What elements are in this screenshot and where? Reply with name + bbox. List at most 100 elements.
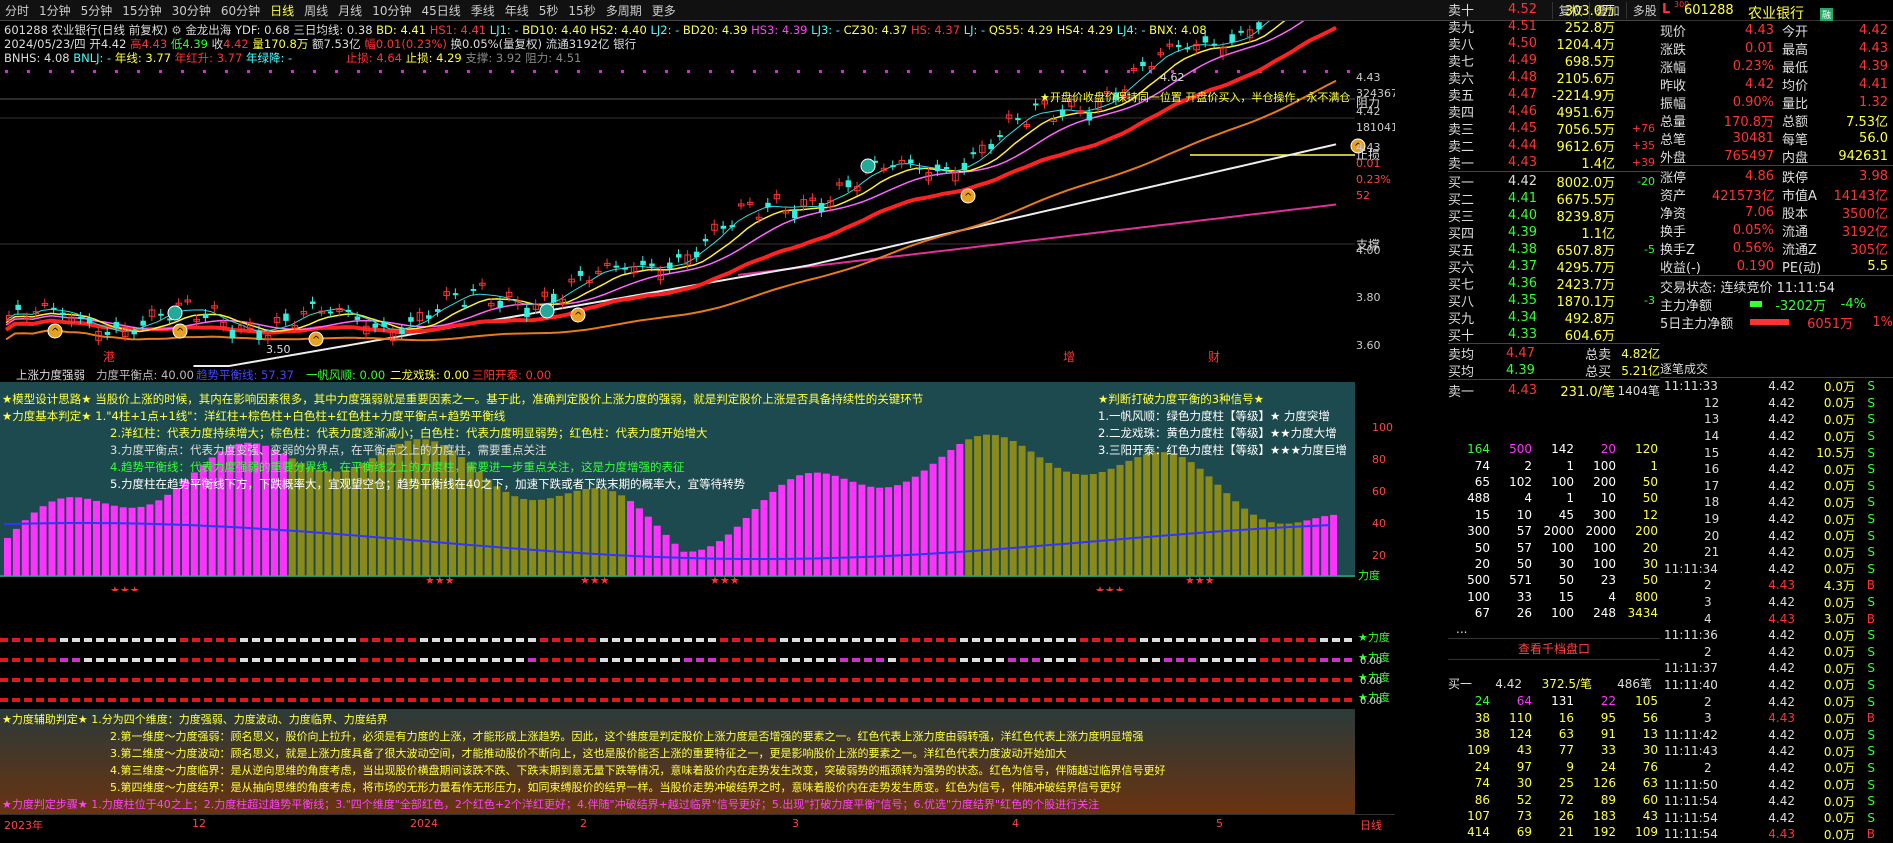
force-bar: [1267, 522, 1275, 576]
queue-cell: 105: [1635, 694, 1658, 709]
ask-row[interactable]: 卖九 4.51 252.8万: [1448, 18, 1660, 36]
check-signal-marker[interactable]: [539, 303, 555, 319]
queue-cell: 50: [1516, 556, 1532, 571]
period-tab[interactable]: 5秒: [534, 2, 564, 19]
check-signal-marker[interactable]: [860, 158, 876, 174]
queue-more[interactable]: ...: [1448, 621, 1660, 637]
ask-row[interactable]: 卖八 4.50 1204.4万: [1448, 35, 1660, 53]
period-tab[interactable]: 15分钟: [117, 2, 166, 19]
chart-area[interactable]: ^ ^ ^ ^ ^ ^ ★★★ ★★★ ★★★ ★★★ ★★★ ★★★ ★力度 ★力度 ★力度 ★力度 0.00…: [0, 21, 1395, 831]
candle-down: [77, 316, 84, 319]
ask-price: 4.46: [1508, 104, 1537, 119]
dimension-cell: [972, 678, 980, 682]
ask-row[interactable]: 卖五 4.47 -2214.9万: [1448, 86, 1660, 104]
bar-date: 2024/05/23/四: [4, 37, 86, 51]
queue-cell: 142: [1551, 442, 1574, 457]
queue-cell: 102: [1509, 474, 1532, 489]
period-tab[interactable]: 季线: [466, 2, 500, 19]
ask-level: 卖一: [1448, 157, 1475, 172]
queue-cell: 100: [1551, 606, 1574, 621]
deep-book-link[interactable]: 查看千档盘口: [1448, 637, 1660, 660]
quote-label: 换手: [1660, 224, 1687, 240]
check-signal-marker[interactable]: [167, 305, 183, 321]
ask-row[interactable]: 卖四 4.46 4951.6万: [1448, 103, 1660, 121]
period-tab[interactable]: 分时: [0, 2, 34, 19]
tick-list[interactable]: 逐笔成交 11:11:33 4.42 0.0万 S 12 4.42 0.0万 S 13 4.42 0.…: [1660, 360, 1893, 842]
ask-row[interactable]: 卖二 4.44 9612.6万 +35: [1448, 137, 1660, 155]
period-tab[interactable]: 15秒: [563, 2, 600, 19]
ask-row[interactable]: 卖六 4.48 2105.6万: [1448, 69, 1660, 87]
period-tab[interactable]: 45日线: [416, 2, 465, 19]
bid-row[interactable]: 买六 4.37 4295.7万: [1448, 258, 1660, 276]
dimension-cell: [144, 638, 152, 642]
ask-row[interactable]: 卖三 4.45 7056.5万 +76: [1448, 120, 1660, 138]
ask-row[interactable]: 卖十 4.52 303.0万: [1448, 1, 1660, 19]
bid-row[interactable]: 买九 4.34 492.8万: [1448, 309, 1660, 327]
candle-down: [1175, 44, 1182, 48]
bid-queue-row: 24 97 9 24 76: [1448, 759, 1660, 775]
sub1-item-trend: 趋势平衡线: 57.37: [196, 368, 294, 382]
sub3-note-line: 3.第二维度～力度波动：顾名思义，就是上涨力度具备了很大波动空间，才能推动股价不…: [110, 747, 1067, 760]
dimension-cell: [1056, 658, 1064, 662]
event-marker[interactable]: 增: [1063, 350, 1075, 364]
bid-row[interactable]: 买二 4.41 6675.5万: [1448, 190, 1660, 208]
queue-cell: 2000: [1585, 524, 1616, 539]
period-tab[interactable]: 日线: [265, 2, 299, 19]
bid-row[interactable]: 买七 4.36 2423.7万: [1448, 275, 1660, 293]
signal-dot: [731, 70, 734, 73]
period-tab[interactable]: 10分钟: [367, 2, 416, 19]
dimension-cell: [444, 658, 452, 662]
dimension-cell: [276, 638, 284, 642]
dimension-cell: [168, 658, 176, 662]
dimension-cell: [120, 638, 128, 642]
bid-row[interactable]: 买十 4.33 604.6万: [1448, 326, 1660, 344]
period-tab[interactable]: 多周期: [601, 2, 647, 19]
quote-value: 5.5: [1867, 258, 1888, 274]
period-tab[interactable]: 月线: [333, 2, 367, 19]
period-tab[interactable]: 30分钟: [167, 2, 216, 19]
ask-row[interactable]: 卖七 4.49 698.5万: [1448, 52, 1660, 70]
dimension-cell: [36, 678, 44, 682]
ask-queue-row: 488 4 1 10 50: [1448, 490, 1660, 506]
period-tab[interactable]: 60分钟: [216, 2, 265, 19]
bid-row[interactable]: 买四 4.39 1.1亿: [1448, 224, 1660, 242]
dimension-cell: [1224, 698, 1232, 702]
queue-cell: 30: [1516, 776, 1532, 791]
force-bar: [538, 499, 545, 576]
bid-price: 4.38: [1508, 242, 1537, 257]
dimension-cell: [156, 638, 164, 642]
dimension-cell: [1332, 658, 1340, 662]
dimension-cell: [468, 658, 476, 662]
ask-row[interactable]: 卖一 4.43 1.4亿 +39: [1448, 154, 1660, 172]
gear-icon[interactable]: ⚙: [171, 23, 181, 37]
event-marker[interactable]: 港: [103, 350, 115, 364]
dimension-cell: [588, 678, 596, 682]
queue-cell: 1: [1650, 458, 1658, 473]
ticks-header[interactable]: 逐笔成交: [1660, 360, 1893, 378]
dimension-cell: [1140, 698, 1148, 702]
period-tab[interactable]: 1分钟: [34, 2, 76, 19]
ask1-summary: 卖一 4.43 231.0/笔 1404笔: [1448, 383, 1660, 400]
dimension-cell: [1272, 638, 1280, 642]
dimension-cell: [432, 698, 440, 702]
dimension-cell: [756, 678, 764, 682]
bid-row[interactable]: 买八 4.35 1870.1万 -3: [1448, 292, 1660, 310]
dimension-cell: [336, 658, 344, 662]
dimension-cell: [540, 658, 548, 662]
period-tab[interactable]: 年线: [500, 2, 534, 19]
period-tab[interactable]: 5分钟: [76, 2, 118, 19]
tick-row: 18 4.42 0.0万 S: [1704, 495, 1875, 510]
bid-row[interactable]: 买一 4.42 8002.0万 -20: [1448, 173, 1660, 191]
bid-row[interactable]: 买三 4.40 8239.8万: [1448, 207, 1660, 225]
candle-down: [577, 270, 584, 276]
force-bar: [21, 520, 29, 576]
bid-row[interactable]: 买五 4.38 6507.8万 -5: [1448, 241, 1660, 259]
dimension-cell: [504, 698, 512, 702]
event-marker[interactable]: 财: [1208, 350, 1220, 364]
axis-tick: 0.23%: [1356, 173, 1391, 186]
period-tab[interactable]: 周线: [299, 2, 333, 19]
period-tab[interactable]: 更多: [647, 2, 681, 19]
force-bar: [137, 506, 145, 576]
quote-value: 1.32: [1859, 94, 1888, 110]
ask-volume: 1.4亿: [1581, 157, 1615, 172]
